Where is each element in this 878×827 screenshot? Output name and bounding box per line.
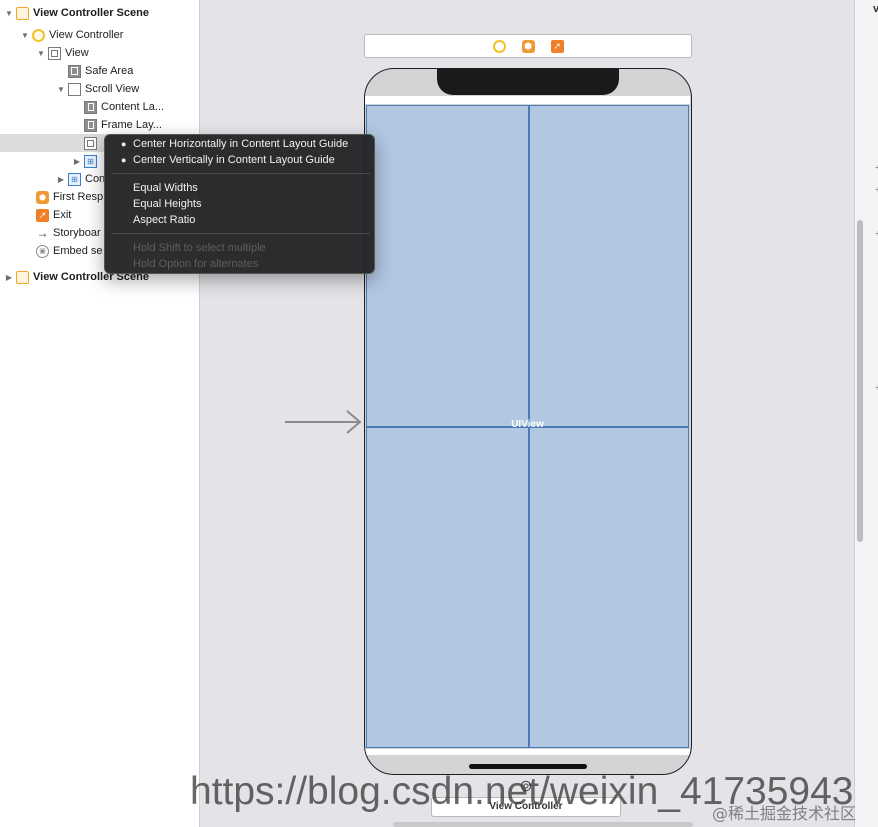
document-outline: ▼ View Controller Scene ▼ View Controlle… [0,0,199,827]
outline-item-view[interactable]: ▼ View [0,44,199,62]
disclosure-collapsed-icon[interactable]: ▶ [4,273,14,282]
menu-item-center-vertically[interactable]: ● Center Vertically in Content Layout Gu… [105,152,376,168]
menu-separator [111,233,370,234]
iphone-device-frame[interactable]: UIView [364,68,692,775]
outline-item-content-layout-guide[interactable]: Content La... [0,98,199,116]
scene-dock[interactable]: ⬢ ↗ [364,34,692,58]
outline-item-label: Embed se [53,245,103,257]
bullet-icon: ● [121,155,127,165]
horizontal-scrollbar[interactable] [393,822,693,827]
bullet-icon: ● [121,139,127,149]
scene-icon [16,6,29,20]
outline-item-label: View Controller [49,29,124,41]
inspector-strip: v + + + + [854,0,878,827]
outline-item-label: Storyboar [53,227,101,239]
exit-icon: ↗ [36,208,49,222]
view-controller-icon[interactable] [492,39,506,53]
menu-item-equal-widths[interactable]: Equal Widths [105,180,376,196]
device-notch [437,69,619,95]
storyboard-canvas[interactable]: ⬢ ↗ UIView ⊚ View Controller [199,0,854,827]
content-uiview[interactable]: UIView [366,105,689,748]
outline-item-label: Content La... [101,101,164,113]
disclosure-collapsed-icon[interactable]: ▶ [56,175,66,184]
view-controller-icon [32,28,45,42]
outline-item-label: First Resp [53,191,104,203]
disclosure-expanded-icon[interactable]: ▼ [36,49,46,58]
home-indicator [469,764,587,769]
exit-icon[interactable]: ↗ [550,39,564,53]
outline-item-label: View Controller Scene [33,7,149,19]
view-icon [84,136,97,150]
menu-item-aspect-ratio[interactable]: Aspect Ratio [105,212,376,228]
outline-item-label: View [65,47,89,59]
watermark-brand: @稀土掘金技术社区 [712,804,857,823]
menu-item-equal-heights[interactable]: Equal Heights [105,196,376,212]
constraint-popup-menu: ● Center Horizontally in Content Layout … [104,134,375,274]
disclosure-expanded-icon[interactable]: ▼ [56,85,66,94]
outline-item-scroll-view[interactable]: ▼ Scroll View [0,80,199,98]
constraints-icon: ⊞ [84,154,97,168]
first-responder-icon[interactable]: ⬢ [521,39,535,53]
layout-guide-icon [84,118,97,132]
outline-item-label: Con [85,173,106,185]
menu-hint-shift: Hold Shift to select multiple [133,242,266,254]
disclosure-expanded-icon[interactable]: ▼ [20,31,30,40]
scroll-view-icon [68,82,81,96]
disclosure-expanded-icon[interactable]: ▼ [4,9,14,18]
outline-item-label: Safe Area [85,65,134,77]
layout-guide-icon [84,100,97,114]
inspector-label: v [873,3,878,15]
menu-hint-option: Hold Option for alternates [133,258,259,270]
outline-item-label: Exit [53,209,72,221]
storyboard-entry-arrow-icon[interactable] [285,408,363,436]
view-icon [48,46,61,60]
outline-item-view-controller-scene[interactable]: ▼ View Controller Scene [0,4,199,22]
disclosure-collapsed-icon[interactable]: ▶ [72,157,82,166]
constraints-icon: ⊞ [68,172,81,186]
scene-icon [16,270,29,284]
outline-item-label: Scroll View [85,83,140,95]
outline-item-label: Frame Lay... [101,119,162,131]
vertical-scrollbar[interactable] [857,220,863,542]
menu-item-center-horizontally[interactable]: ● Center Horizontally in Content Layout … [105,136,376,152]
layout-guide-icon [68,64,81,78]
embed-segue-icon: ▣ [36,244,49,258]
first-responder-icon: ⬢ [36,190,49,204]
outline-item-view-controller[interactable]: ▼ View Controller [0,26,199,44]
storyboard-entry-arrow-icon: → [36,226,49,240]
uiview-label: UIView [511,419,544,430]
outline-item-frame-layout-guide[interactable]: Frame Lay... [0,116,199,134]
outline-item-safe-area[interactable]: Safe Area [0,62,199,80]
menu-separator [111,173,370,174]
